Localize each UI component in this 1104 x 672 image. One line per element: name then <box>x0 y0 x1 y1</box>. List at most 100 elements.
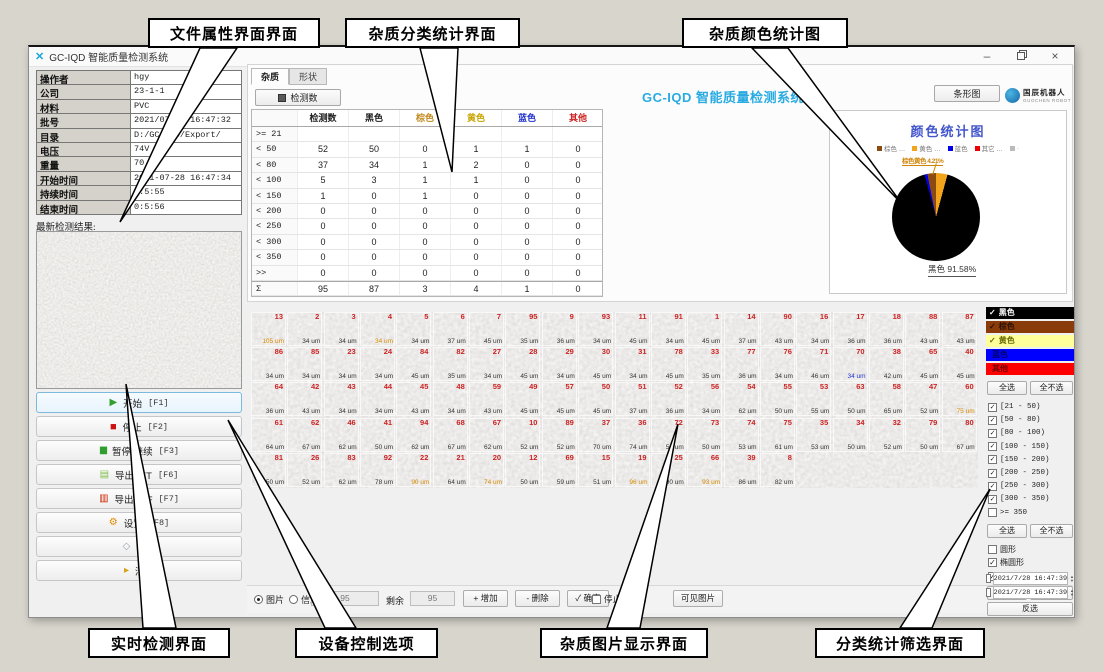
invert-selection-button[interactable]: 反选 <box>987 602 1073 616</box>
impurity-thumbnail[interactable]: 5137 um <box>615 382 650 416</box>
impurity-thumbnail[interactable]: 3045 um <box>578 347 613 381</box>
impurity-thumbnail[interactable]: 9043 um <box>760 312 795 346</box>
control-button-pdf[interactable]: ▥导出PDF[F7] <box>36 488 242 509</box>
color-filter-2[interactable]: ✓棕色 <box>986 321 1074 333</box>
range-filter-row[interactable]: ✓[100 - 150) <box>988 441 1074 453</box>
impurity-thumbnail[interactable]: 882 um <box>760 453 795 487</box>
impurity-thumbnail[interactable]: 7252 um <box>651 418 686 452</box>
range-filter-row[interactable]: ✓[21 - 50) <box>988 401 1074 413</box>
impurity-thumbnail[interactable]: 3134 um <box>615 347 650 381</box>
impurity-thumbnail[interactable]: 2334 um <box>324 347 359 381</box>
tab-impurity[interactable]: 杂质 <box>251 68 289 85</box>
impurity-thumbnail[interactable]: 1437 um <box>724 312 759 346</box>
impurity-thumbnail[interactable]: 4045 um <box>942 347 977 381</box>
impurity-thumbnail[interactable]: 2934 um <box>542 347 577 381</box>
shape-filter-row[interactable]: 圆形 <box>988 543 1074 555</box>
impurity-thumbnail[interactable]: 8634 um <box>251 347 286 381</box>
impurity-thumbnail[interactable]: 3986 um <box>724 453 759 487</box>
select-none-button-colors[interactable]: 全不选 <box>1030 381 1073 395</box>
impurity-thumbnail[interactable]: 4543 um <box>396 382 431 416</box>
impurity-thumbnail[interactable]: 2074 um <box>469 453 504 487</box>
impurity-thumbnail[interactable]: 6267 um <box>287 418 322 452</box>
control-button-gear[interactable]: ⚙设置[F8] <box>36 512 242 533</box>
impurity-thumbnail[interactable]: 9535 um <box>505 312 540 346</box>
impurity-thumbnail[interactable]: 6959 um <box>542 453 577 487</box>
impurity-thumbnail[interactable]: 6762 um <box>469 418 504 452</box>
impurity-thumbnail[interactable]: 8534 um <box>287 347 322 381</box>
range-filter-row[interactable]: ✓[150 - 200) <box>988 454 1074 466</box>
impurity-thumbnail[interactable]: 7034 um <box>833 347 868 381</box>
impurity-thumbnail[interactable]: 334 um <box>324 312 359 346</box>
impurity-thumbnail[interactable]: 4662 um <box>324 418 359 452</box>
impurity-thumbnail[interactable]: 4434 um <box>360 382 395 416</box>
impurity-thumbnail[interactable]: 8067 um <box>942 418 977 452</box>
impurity-thumbnail[interactable]: 8445 um <box>396 347 431 381</box>
impurity-thumbnail[interactable]: 5550 um <box>760 382 795 416</box>
impurity-thumbnail[interactable]: 9278 um <box>360 453 395 487</box>
impurity-thumbnail[interactable]: 1551 um <box>578 453 613 487</box>
impurity-thumbnail[interactable]: 3553 um <box>796 418 831 452</box>
impurity-thumbnail[interactable]: 145 um <box>687 312 722 346</box>
impurity-thumbnail[interactable]: 3842 um <box>869 347 904 381</box>
impurity-thumbnail[interactable]: 1634 um <box>796 312 831 346</box>
impurity-thumbnail[interactable]: 9462 um <box>396 418 431 452</box>
impurity-thumbnail[interactable]: 1052 um <box>505 418 540 452</box>
datetime-field[interactable]: 2021/7/28 16:47:39 <box>993 586 1068 599</box>
impurity-thumbnail[interactable]: 2734 um <box>469 347 504 381</box>
impurity-thumbnail[interactable]: 2290 um <box>396 453 431 487</box>
radio-image[interactable]: 图片 <box>254 593 284 606</box>
impurity-thumbnail[interactable]: 6867 um <box>433 418 468 452</box>
impurity-thumbnail[interactable]: 4243 um <box>287 382 322 416</box>
bar-chart-button[interactable]: 条形图 <box>934 85 1000 102</box>
range-filter-row[interactable]: ✓[50 - 80) <box>988 414 1074 426</box>
impurity-thumbnail[interactable]: 5236 um <box>651 382 686 416</box>
impurity-thumbnail[interactable]: 6350 um <box>833 382 868 416</box>
impurity-thumbnail[interactable]: 7845 um <box>651 347 686 381</box>
impurity-thumbnail[interactable]: 2164 um <box>433 453 468 487</box>
impurity-thumbnail[interactable]: 7634 um <box>760 347 795 381</box>
impurity-thumbnail[interactable]: 9334 um <box>578 312 613 346</box>
color-filter-4[interactable]: 蓝色 <box>986 349 1074 361</box>
impurity-thumbnail[interactable]: 1736 um <box>833 312 868 346</box>
impurity-thumbnail[interactable]: 9134 um <box>651 312 686 346</box>
impurity-thumbnail[interactable]: 3252 um <box>869 418 904 452</box>
impurity-thumbnail[interactable]: 3335 um <box>687 347 722 381</box>
range-filter-row[interactable]: ✓[250 - 300) <box>988 480 1074 492</box>
impurity-thumbnail[interactable]: 5355 um <box>796 382 831 416</box>
impurity-thumbnail[interactable]: 6693 um <box>687 453 722 487</box>
impurity-thumbnail[interactable]: 534 um <box>396 312 431 346</box>
impurity-thumbnail[interactable]: 1250 um <box>505 453 540 487</box>
impurity-thumbnail[interactable]: 3770 um <box>578 418 613 452</box>
impurity-thumbnail[interactable]: 2652 um <box>287 453 322 487</box>
detect-count-button[interactable]: 检测数 <box>255 89 341 106</box>
count-field[interactable]: 95 <box>311 591 379 606</box>
impurity-thumbnail[interactable]: 1836 um <box>869 312 904 346</box>
impurity-thumbnail[interactable]: 6545 um <box>905 347 940 381</box>
impurity-thumbnail[interactable]: 7561 um <box>760 418 795 452</box>
color-filter-5[interactable]: 其他 <box>986 363 1074 375</box>
impurity-thumbnail[interactable]: 2590 um <box>651 453 686 487</box>
control-button-clean[interactable]: ▸清料 <box>36 560 242 581</box>
impurity-thumbnail[interactable]: 6164 um <box>251 418 286 452</box>
impurity-thumbnail[interactable]: 4834 um <box>433 382 468 416</box>
impurity-thumbnail[interactable]: 8235 um <box>433 347 468 381</box>
delete-button[interactable]: - 删除 <box>515 590 560 607</box>
impurity-thumbnail[interactable]: 5045 um <box>578 382 613 416</box>
impurity-thumbnail[interactable]: 5462 um <box>724 382 759 416</box>
select-none-button-ranges[interactable]: 全不选 <box>1030 524 1073 538</box>
date-filter-row[interactable]: 2021/7/28 16:47:39▲▼ <box>986 586 1074 599</box>
impurity-thumbnail[interactable]: 7146 um <box>796 347 831 381</box>
range-filter-row[interactable]: ✓[80 - 100) <box>988 427 1074 439</box>
impurity-thumbnail[interactable]: 5745 um <box>542 382 577 416</box>
spinner-icon[interactable]: ▲▼ <box>1070 575 1074 583</box>
date-filter-row[interactable]: 2021/7/28 16:47:39▲▼ <box>986 572 1074 585</box>
select-all-button-ranges[interactable]: 全选 <box>987 524 1027 538</box>
range-filter-row[interactable]: ✓[300 - 350) <box>988 493 1074 505</box>
impurity-thumbnail[interactable]: 8843 um <box>905 312 940 346</box>
tab-shape[interactable]: 形状 <box>289 68 327 85</box>
impurity-thumbnail[interactable]: 5865 um <box>869 382 904 416</box>
impurity-thumbnail[interactable]: 8362 um <box>324 453 359 487</box>
remain-field[interactable]: 95 <box>410 591 455 606</box>
impurity-thumbnail[interactable]: 7950 um <box>905 418 940 452</box>
spinner-icon[interactable]: ▲▼ <box>1070 589 1074 597</box>
